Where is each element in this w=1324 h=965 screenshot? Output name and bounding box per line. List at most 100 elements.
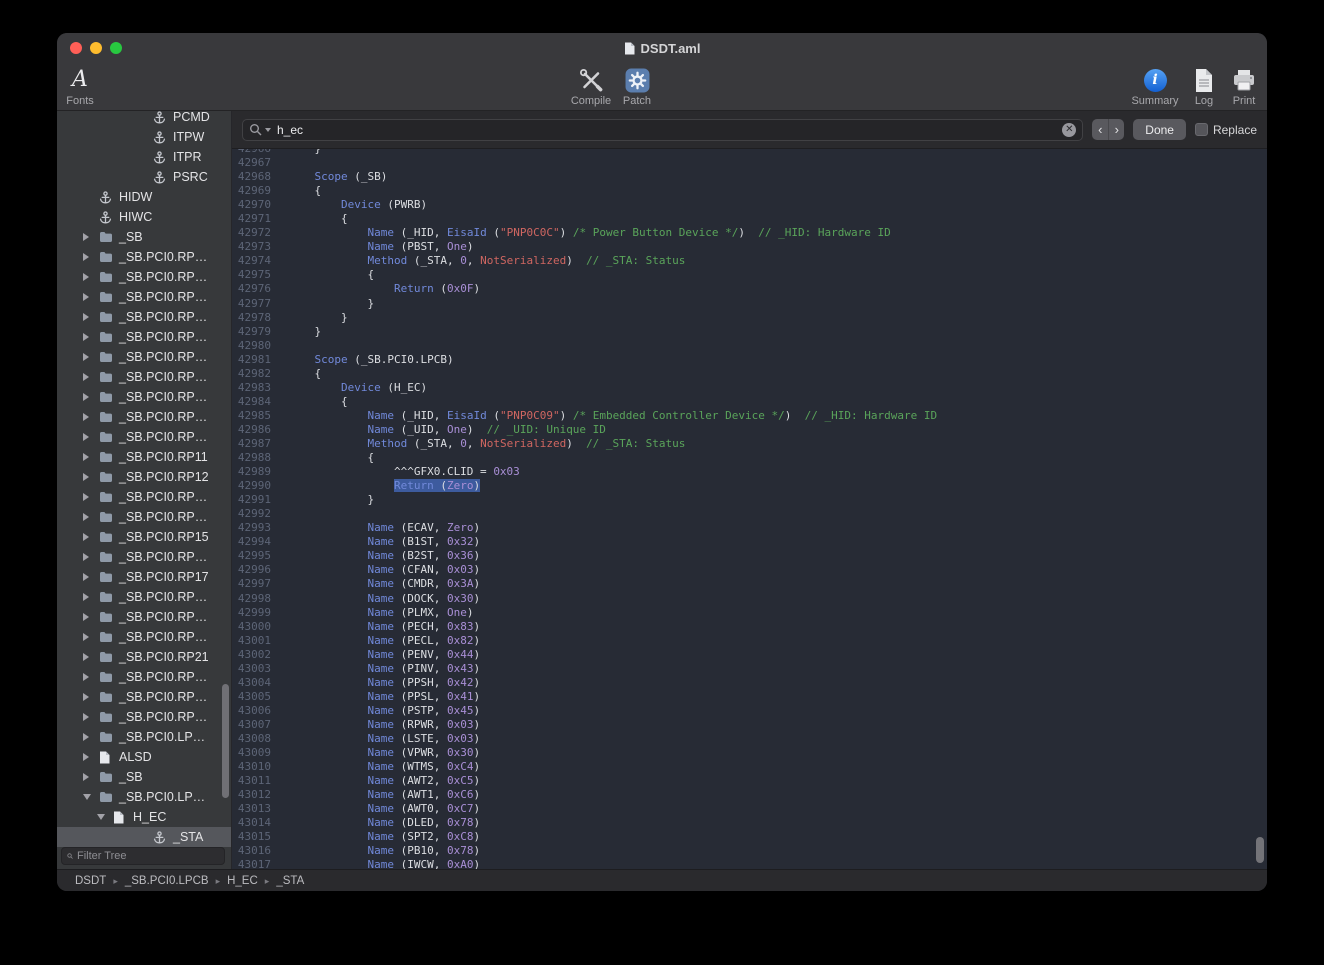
breadcrumb-item-dsdt[interactable]: DSDT	[75, 875, 106, 887]
disclosure-collapsed-icon[interactable]	[83, 713, 99, 721]
title-bar[interactable]: DSDT.aml	[57, 33, 1267, 63]
disclosure-collapsed-icon[interactable]	[83, 413, 99, 421]
disclosure-collapsed-icon[interactable]	[83, 513, 99, 521]
sidebar-item-_sb-pci0-rp21[interactable]: _SB.PCI0.RP21	[57, 647, 231, 667]
sidebar-item-_sb-pci0-lp[interactable]: _SB.PCI0.LP…	[57, 727, 231, 747]
disclosure-collapsed-icon[interactable]	[83, 613, 99, 621]
disclosure-collapsed-icon[interactable]	[83, 453, 99, 461]
sidebar-item-_sb-pci0-rp[interactable]: _SB.PCI0.RP…	[57, 607, 231, 627]
sidebar-item-_sb-pci0-rp17[interactable]: _SB.PCI0.RP17	[57, 567, 231, 587]
sidebar-item-_sb-pci0-rp[interactable]: _SB.PCI0.RP…	[57, 367, 231, 387]
disclosure-collapsed-icon[interactable]	[83, 393, 99, 401]
search-scope-chevron-icon[interactable]	[265, 128, 271, 132]
sidebar-item-_sb-pci0-rp[interactable]: _SB.PCI0.RP…	[57, 307, 231, 327]
patch-button[interactable]: Patch	[611, 66, 663, 107]
sidebar-item-_sb-pci0-rp[interactable]: _SB.PCI0.RP…	[57, 587, 231, 607]
disclosure-collapsed-icon[interactable]	[83, 473, 99, 481]
breadcrumb-item-h_ec[interactable]: H_EC	[227, 875, 258, 887]
disclosure-expanded-icon[interactable]	[83, 794, 99, 800]
filter-tree-field[interactable]	[61, 847, 225, 865]
disclosure-collapsed-icon[interactable]	[83, 653, 99, 661]
sidebar-item-label: _SB.PCI0.RP…	[119, 310, 207, 324]
sidebar-item-hiwc[interactable]: HIWC	[57, 207, 231, 227]
sidebar-item-_sta[interactable]: _STA	[57, 827, 231, 847]
sidebar-item-label: PCMD	[173, 111, 210, 124]
disclosure-collapsed-icon[interactable]	[83, 773, 99, 781]
replace-checkbox[interactable]	[1195, 123, 1208, 136]
disclosure-collapsed-icon[interactable]	[83, 693, 99, 701]
sidebar-item-_sb-pci0-rp[interactable]: _SB.PCI0.RP…	[57, 547, 231, 567]
breadcrumb-item-_sta[interactable]: _STA	[276, 875, 304, 887]
sidebar-item-_sb-pci0-rp[interactable]: _SB.PCI0.RP…	[57, 627, 231, 647]
sidebar-item-_sb-pci0-rp[interactable]: _SB.PCI0.RP…	[57, 247, 231, 267]
sidebar-item-_sb-pci0-rp[interactable]: _SB.PCI0.RP…	[57, 707, 231, 727]
sidebar-item-_sb-pci0-rp[interactable]: _SB.PCI0.RP…	[57, 667, 231, 687]
breadcrumb-item-_sb-pci0-lpcb[interactable]: _SB.PCI0.LPCB	[125, 875, 209, 887]
disclosure-expanded-icon[interactable]	[97, 814, 113, 820]
code-text: Name (ECAV, Zero)	[278, 521, 480, 535]
disclosure-collapsed-icon[interactable]	[83, 273, 99, 281]
sidebar-item-_sb-pci0-rp[interactable]: _SB.PCI0.RP…	[57, 287, 231, 307]
sidebar-item-_sb-pci0-rp[interactable]: _SB.PCI0.RP…	[57, 267, 231, 287]
sidebar-item-itpw[interactable]: ITPW	[57, 127, 231, 147]
code-line: 42984 {	[232, 395, 1267, 409]
sidebar-item-_sb-pci0-rp[interactable]: _SB.PCI0.RP…	[57, 347, 231, 367]
scope-folder-icon	[99, 491, 117, 503]
fonts-button[interactable]: A Fonts	[57, 66, 106, 107]
sidebar-item-_sb-pci0-rp[interactable]: _SB.PCI0.RP…	[57, 687, 231, 707]
close-window-button[interactable]	[70, 42, 82, 54]
find-input[interactable]	[277, 123, 1059, 137]
replace-toggle[interactable]: Replace	[1195, 123, 1257, 137]
sidebar-item-_sb-pci0-rp[interactable]: _SB.PCI0.RP…	[57, 487, 231, 507]
editor-vertical-scrollbar[interactable]	[1256, 837, 1264, 863]
disclosure-collapsed-icon[interactable]	[83, 573, 99, 581]
sidebar-item-hidw[interactable]: HIDW	[57, 187, 231, 207]
disclosure-collapsed-icon[interactable]	[83, 633, 99, 641]
sidebar-item-psrc[interactable]: PSRC	[57, 167, 231, 187]
find-next-button[interactable]: ›	[1108, 119, 1124, 140]
sidebar-item-_sb-pci0-rp[interactable]: _SB.PCI0.RP…	[57, 507, 231, 527]
sidebar-item-_sb[interactable]: _SB	[57, 767, 231, 787]
filter-tree-input[interactable]	[77, 850, 219, 862]
sidebar-item-_sb-pci0-rp15[interactable]: _SB.PCI0.RP15	[57, 527, 231, 547]
summary-button[interactable]: i Summary	[1129, 66, 1181, 107]
print-button[interactable]: Print	[1218, 66, 1267, 107]
sidebar-item-label: PSRC	[173, 170, 208, 184]
disclosure-collapsed-icon[interactable]	[83, 233, 99, 241]
zoom-window-button[interactable]	[110, 42, 122, 54]
sidebar-vertical-scrollbar[interactable]	[222, 684, 229, 798]
sidebar-item-h_ec[interactable]: H_EC	[57, 807, 231, 827]
disclosure-collapsed-icon[interactable]	[83, 533, 99, 541]
disclosure-collapsed-icon[interactable]	[83, 353, 99, 361]
sidebar-item-itpr[interactable]: ITPR	[57, 147, 231, 167]
disclosure-collapsed-icon[interactable]	[83, 673, 99, 681]
sidebar-item-_sb-pci0-rp[interactable]: _SB.PCI0.RP…	[57, 407, 231, 427]
sidebar-item-alsd[interactable]: ALSD	[57, 747, 231, 767]
sidebar-item-_sb-pci0-rp[interactable]: _SB.PCI0.RP…	[57, 327, 231, 347]
compile-button[interactable]: Compile	[565, 66, 617, 107]
disclosure-collapsed-icon[interactable]	[83, 313, 99, 321]
sidebar-item-_sb-pci0-rp12[interactable]: _SB.PCI0.RP12	[57, 467, 231, 487]
sidebar-item-_sb[interactable]: _SB	[57, 227, 231, 247]
sidebar-item-_sb-pci0-lp[interactable]: _SB.PCI0.LP…	[57, 787, 231, 807]
find-previous-button[interactable]: ‹	[1092, 119, 1108, 140]
done-button[interactable]: Done	[1133, 119, 1186, 140]
sidebar-item-_sb-pci0-rp11[interactable]: _SB.PCI0.RP11	[57, 447, 231, 467]
minimize-window-button[interactable]	[90, 42, 102, 54]
disclosure-collapsed-icon[interactable]	[83, 373, 99, 381]
disclosure-collapsed-icon[interactable]	[83, 753, 99, 761]
clear-search-icon[interactable]: ✕	[1062, 123, 1076, 137]
disclosure-collapsed-icon[interactable]	[83, 733, 99, 741]
disclosure-collapsed-icon[interactable]	[83, 253, 99, 261]
disclosure-collapsed-icon[interactable]	[83, 293, 99, 301]
find-field[interactable]: ✕	[242, 119, 1083, 141]
sidebar-item-_sb-pci0-rp[interactable]: _SB.PCI0.RP…	[57, 387, 231, 407]
disclosure-collapsed-icon[interactable]	[83, 553, 99, 561]
sidebar-item-_sb-pci0-rp[interactable]: _SB.PCI0.RP…	[57, 427, 231, 447]
code-editor[interactable]: 42966 }4296742968 Scope (_SB)42969 {4297…	[232, 149, 1267, 869]
disclosure-collapsed-icon[interactable]	[83, 593, 99, 601]
sidebar-item-pcmd[interactable]: PCMD	[57, 111, 231, 127]
disclosure-collapsed-icon[interactable]	[83, 493, 99, 501]
disclosure-collapsed-icon[interactable]	[83, 333, 99, 341]
disclosure-collapsed-icon[interactable]	[83, 433, 99, 441]
